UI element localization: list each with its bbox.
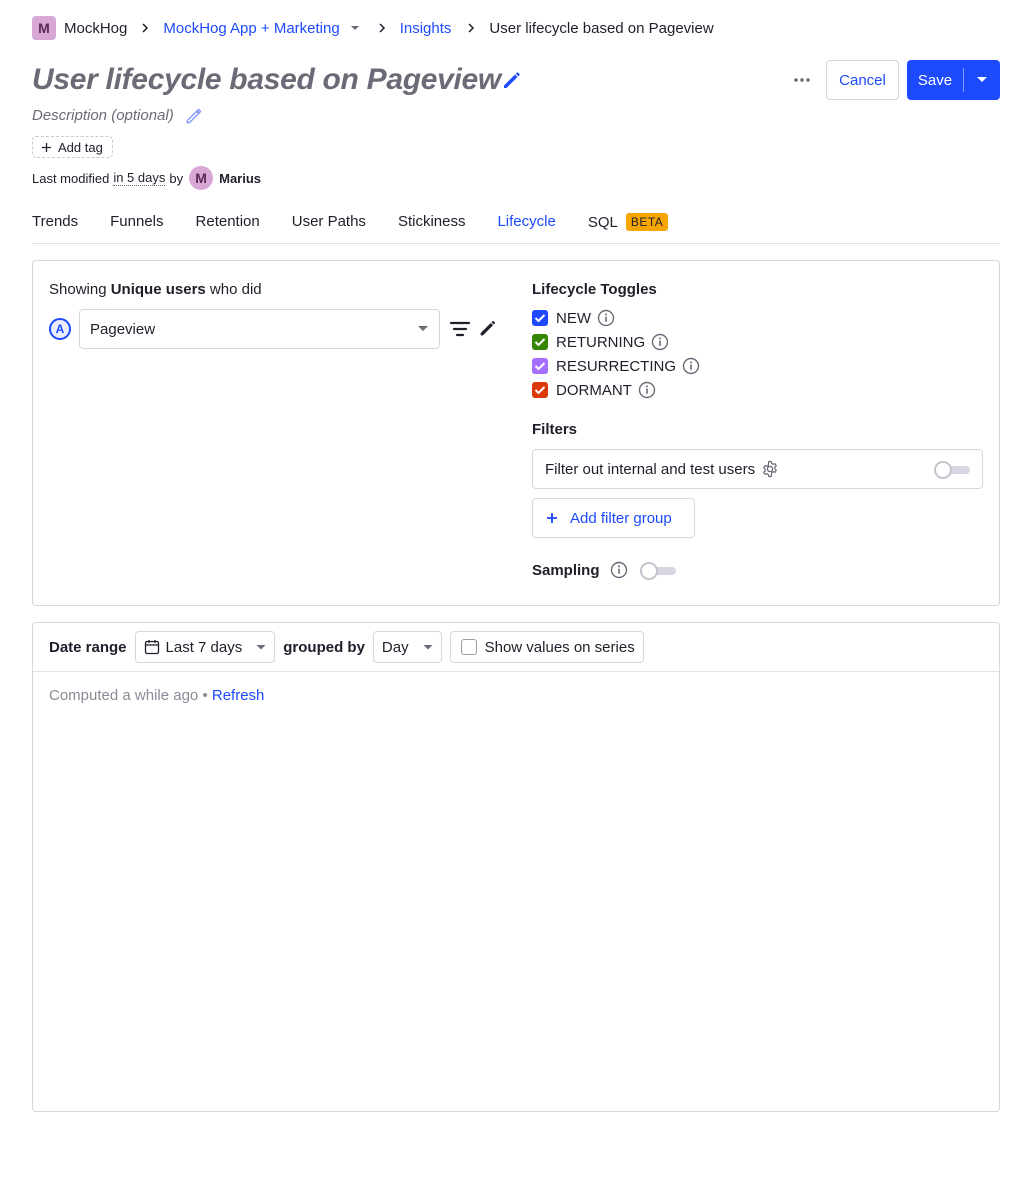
org-avatar: M (32, 16, 56, 40)
toggle-label: NEW (556, 309, 591, 327)
interval-select[interactable]: Day (372, 631, 442, 663)
plus-icon (546, 512, 558, 524)
last-modified: Last modified in 5 days by M Marius (32, 166, 261, 190)
page-title[interactable]: User lifecycle based on Pageview (32, 60, 501, 100)
event-select[interactable]: Pageview (79, 309, 440, 349)
checkbox-checked-icon[interactable] (532, 358, 548, 374)
math-selector[interactable]: Unique users (111, 281, 206, 298)
info-icon[interactable] (638, 381, 656, 399)
last-modified-time[interactable]: in 5 days (113, 170, 166, 186)
date-range-label: Date range (49, 638, 127, 656)
add-tag-button[interactable]: Add tag (32, 136, 113, 158)
grouped-by-label: grouped by (283, 638, 365, 656)
ellipsis-icon (794, 78, 810, 82)
tab-sql-label: SQL (587, 213, 618, 231)
interval-value: Day (381, 638, 409, 656)
internal-users-label: Filter out internal and test users (545, 460, 756, 478)
add-filter-group-button[interactable]: Add filter group (532, 498, 695, 538)
breadcrumb-insights[interactable]: Insights (400, 20, 452, 37)
internal-users-filter: Filter out internal and test users (532, 449, 983, 489)
checkbox-checked-icon[interactable] (532, 382, 548, 398)
cancel-button[interactable]: Cancel (826, 60, 899, 100)
info-icon[interactable] (597, 309, 615, 327)
toggle-label: DORMANT (556, 381, 632, 399)
query-panel: Showing Unique users who did A Pageview … (32, 260, 1000, 606)
chevron-right-icon (465, 22, 477, 34)
add-filter-group-label: Add filter group (570, 509, 672, 527)
more-options-button[interactable] (786, 66, 818, 94)
checkbox-checked-icon[interactable] (532, 310, 548, 326)
info-icon[interactable] (610, 561, 628, 579)
toggle-returning[interactable]: RETURNING (532, 333, 669, 351)
caret-down-icon (417, 325, 429, 333)
showing-summary: Showing Unique users who did (49, 281, 262, 298)
show-values-toggle[interactable]: Show values on series (449, 631, 644, 663)
breadcrumb: M MockHog MockHog App + Marketing Insigh… (32, 16, 714, 40)
caret-down-icon[interactable] (350, 23, 360, 33)
computed-status: Computed a while ago • Refresh (49, 687, 264, 704)
tab-funnels[interactable]: Funnels (110, 200, 163, 230)
sampling-label: Sampling (532, 561, 600, 579)
filter-icon[interactable] (449, 319, 471, 339)
pencil-icon[interactable] (477, 317, 499, 339)
plus-icon (41, 142, 52, 153)
showing-prefix: Showing (49, 281, 107, 298)
sampling-toggle[interactable] (639, 562, 676, 580)
tab-user-paths[interactable]: User Paths (292, 200, 366, 230)
tab-stickiness[interactable]: Stickiness (398, 200, 466, 230)
beta-badge: BETA (625, 213, 669, 231)
chevron-right-icon (376, 22, 388, 34)
pencil-icon[interactable] (184, 106, 204, 126)
last-modified-by: by (169, 170, 184, 186)
lifecycle-toggles-title: Lifecycle Toggles (532, 281, 657, 298)
computed-text: Computed a while ago (49, 687, 199, 704)
show-values-label: Show values on series (484, 638, 635, 656)
description-field[interactable]: Description (optional) (32, 107, 174, 124)
sampling-row: Sampling (532, 561, 676, 580)
insight-tabs: Trends Funnels Retention User Paths Stic… (32, 200, 1000, 244)
user-name: Marius (219, 170, 262, 186)
date-range-select[interactable]: Last 7 days (134, 631, 276, 663)
caret-down-icon (256, 644, 266, 651)
save-options-caret-icon[interactable] (964, 76, 1000, 84)
switch-knob (639, 562, 658, 580)
bullet: • (202, 687, 208, 704)
filters-title: Filters (532, 421, 578, 438)
results-panel: Date range Last 7 days grouped by Day Sh… (32, 622, 1000, 1112)
pencil-icon[interactable] (500, 68, 524, 92)
save-button[interactable]: Save (907, 60, 1000, 100)
avatar: M (189, 166, 214, 190)
toggle-dormant[interactable]: DORMANT (532, 381, 656, 399)
switch-knob (934, 461, 952, 479)
chevron-right-icon (139, 22, 151, 34)
showing-suffix: who did (209, 281, 262, 298)
tab-lifecycle[interactable]: Lifecycle (497, 200, 555, 230)
caret-down-icon (423, 644, 433, 651)
results-toolbar: Date range Last 7 days grouped by Day Sh… (33, 623, 999, 672)
checkbox-checked-icon[interactable] (532, 334, 548, 350)
toggle-label: RESURRECTING (556, 357, 677, 375)
info-icon[interactable] (651, 333, 669, 351)
breadcrumb-org[interactable]: MockHog (64, 20, 127, 37)
breadcrumb-current: User lifecycle based on Pageview (489, 19, 714, 37)
tab-sql[interactable]: SQL BETA (587, 200, 669, 231)
gear-icon[interactable] (761, 460, 779, 478)
info-icon[interactable] (682, 357, 700, 375)
refresh-link[interactable]: Refresh (212, 687, 265, 704)
date-range-value: Last 7 days (165, 638, 243, 656)
series-letter-badge: A (49, 318, 71, 340)
breadcrumb-project[interactable]: MockHog App + Marketing (163, 20, 339, 37)
toggle-new[interactable]: NEW (532, 309, 615, 327)
event-select-value: Pageview (90, 320, 156, 338)
toggle-resurrecting[interactable]: RESURRECTING (532, 357, 700, 375)
last-modified-prefix: Last modified (32, 170, 110, 186)
checkbox-unchecked-icon[interactable] (460, 639, 477, 655)
tab-retention[interactable]: Retention (196, 200, 260, 230)
add-tag-label: Add tag (58, 139, 103, 155)
save-button-label: Save (917, 71, 953, 89)
internal-users-toggle[interactable] (934, 461, 970, 479)
calendar-icon (144, 639, 160, 655)
toggle-label: RETURNING (556, 333, 646, 351)
tab-trends[interactable]: Trends (32, 200, 78, 230)
